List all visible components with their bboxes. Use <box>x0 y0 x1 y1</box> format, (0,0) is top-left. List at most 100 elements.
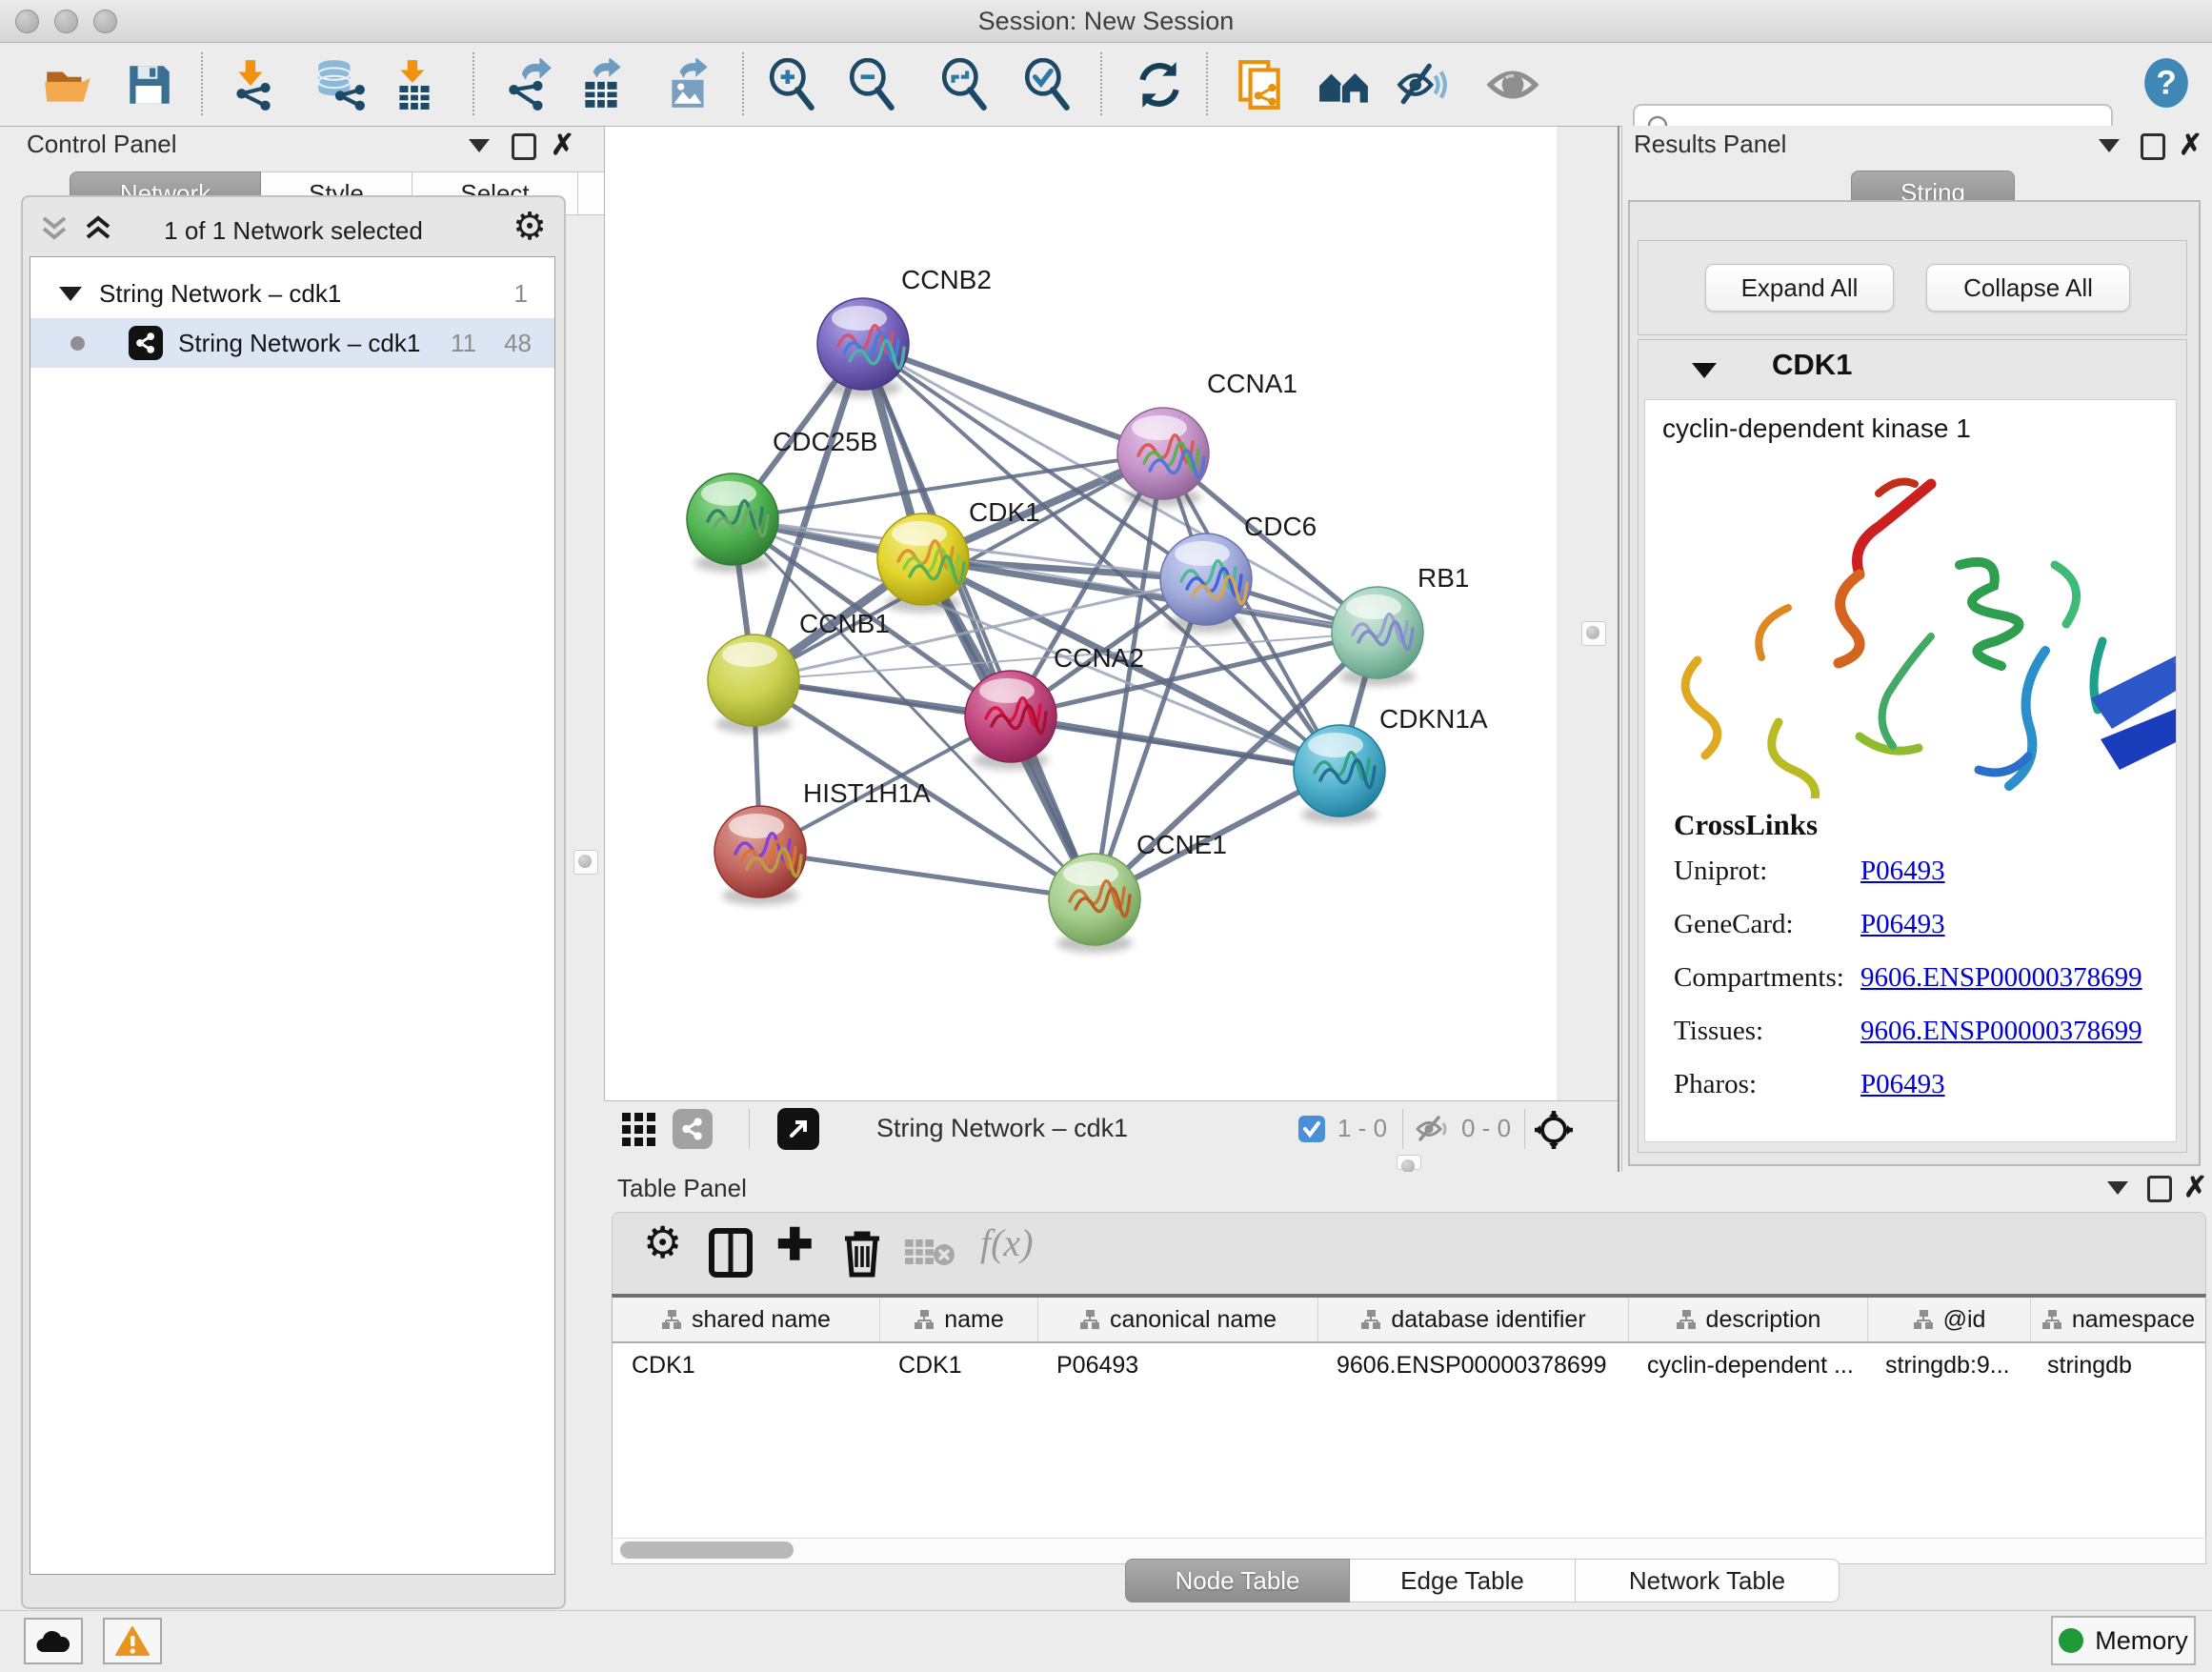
save-session-icon[interactable] <box>122 58 175 111</box>
close-panel-button[interactable]: ✗ <box>551 131 574 160</box>
network-canvas[interactable]: CCNB2CCNA1CDC25BCDK1CDC6RB1CCNB1CCNA2CDK… <box>604 126 1557 1101</box>
selected-node-edge-counts: 1 - 0 <box>1337 1114 1387 1143</box>
hide-selected-icon[interactable] <box>1396 58 1449 111</box>
protein-structure-image <box>1645 455 2176 798</box>
column-header-name[interactable]: name <box>880 1298 1038 1341</box>
maximize-panel-button[interactable] <box>2141 133 2165 160</box>
zoom-fit-icon[interactable] <box>938 58 992 111</box>
duplicate-network-icon[interactable] <box>1235 58 1288 111</box>
float-panel-button[interactable] <box>469 139 490 152</box>
network-node-CCNE1[interactable]: CCNE1 <box>1049 830 1227 953</box>
import-database-icon[interactable] <box>312 58 366 111</box>
birds-eye-view-icon[interactable] <box>777 1108 819 1150</box>
help-button[interactable]: ? <box>2140 56 2193 110</box>
first-neighbors-icon[interactable] <box>1317 58 1371 111</box>
tab-node-table[interactable]: Node Table <box>1125 1559 1350 1602</box>
delete-table-icon[interactable] <box>904 1236 955 1268</box>
tab-network-table[interactable]: Network Table <box>1576 1559 1840 1602</box>
collapse-all-button[interactable]: Collapse All <box>1926 264 2130 312</box>
cloud-status-button[interactable] <box>24 1618 83 1664</box>
cloud-icon <box>36 1629 70 1654</box>
section-collapse-caret[interactable] <box>1692 363 1717 378</box>
network-edge[interactable] <box>733 453 1163 519</box>
scrollbar-thumb[interactable] <box>620 1541 794 1559</box>
import-table-icon[interactable] <box>388 58 441 111</box>
crosslink-link[interactable]: P06493 <box>1860 909 1945 940</box>
export-table-icon[interactable] <box>575 58 629 111</box>
network-node-CDKN1A[interactable]: CDKN1A <box>1294 704 1488 824</box>
crosslink-link[interactable]: 9606.ENSP00000378699 <box>1860 1016 2142 1047</box>
grid-view-icon[interactable] <box>621 1112 657 1148</box>
zoom-out-icon[interactable] <box>846 58 899 111</box>
zoom-in-icon[interactable] <box>766 58 819 111</box>
expand-all-button[interactable]: Expand All <box>1705 264 1894 312</box>
bottom-splitter-handle[interactable] <box>1397 1155 1421 1170</box>
crosslink-label: GeneCard: <box>1674 909 1860 940</box>
zoom-selected-icon[interactable] <box>1021 58 1075 111</box>
node-label: CCNE1 <box>1136 830 1227 859</box>
network-node-CCNA1[interactable]: CCNA1 <box>1117 369 1297 507</box>
string-results-container: Expand All Collapse All CDK1 cyclin-depe… <box>1628 200 2201 1166</box>
column-label: description <box>1706 1306 1821 1334</box>
close-panel-button[interactable]: ✗ <box>2179 131 2202 160</box>
create-column-icon[interactable]: ✚ <box>776 1219 814 1270</box>
crosslink-link[interactable]: 9606.ENSP00000378699 <box>1860 962 2142 994</box>
gene-name: CDK1 <box>1772 348 1852 382</box>
selected-checkbox-icon[interactable] <box>1297 1115 1326 1143</box>
fit-selected-crosshair-icon[interactable] <box>1534 1110 1574 1150</box>
table-row[interactable]: CDK1 CDK1 P06493 9606.ENSP00000378699 cy… <box>613 1343 2205 1387</box>
network-view-icon[interactable] <box>673 1109 713 1149</box>
crosslink-link[interactable]: P06493 <box>1860 856 1945 887</box>
memory-label: Memory <box>2095 1626 2188 1656</box>
float-panel-button[interactable] <box>2099 139 2120 152</box>
network-node-CCNB2[interactable]: CCNB2 <box>817 265 992 397</box>
export-network-icon[interactable] <box>502 58 555 111</box>
maximize-panel-button[interactable] <box>2147 1176 2172 1202</box>
network-edge[interactable] <box>760 852 1095 899</box>
node-label: CCNB1 <box>799 609 890 638</box>
column-header-database-identifier[interactable]: database identifier <box>1318 1298 1629 1341</box>
node-label: HIST1H1A <box>803 778 931 808</box>
column-label: @id <box>1943 1306 1986 1334</box>
table-options-gear-icon[interactable]: ⚙ <box>643 1217 682 1268</box>
export-image-icon[interactable] <box>662 58 715 111</box>
cell-name: CDK1 <box>879 1343 1037 1387</box>
delete-column-trash-icon[interactable] <box>841 1227 883 1279</box>
maximize-panel-button[interactable] <box>512 133 536 160</box>
network-node-HIST1H1A[interactable]: HIST1H1A <box>714 778 931 905</box>
network-tree-item-row[interactable]: String Network – cdk1 11 48 <box>30 318 554 368</box>
network-options-gear-icon[interactable]: ⚙ <box>513 205 547 249</box>
toolbar-separator <box>1100 52 1102 115</box>
hidden-eye-slash-icon[interactable] <box>1416 1115 1450 1143</box>
crosslinks-section: CrossLinks Uniprot: P06493 GeneCard: P06… <box>1674 808 2142 1122</box>
tab-edge-table[interactable]: Edge Table <box>1350 1559 1576 1602</box>
function-builder-icon[interactable]: f(x) <box>980 1220 1034 1265</box>
network-tree-root-row[interactable]: String Network – cdk1 1 <box>30 269 554 318</box>
show-columns-icon[interactable] <box>708 1227 754 1279</box>
network-node-RB1[interactable]: RB1 <box>1332 563 1469 686</box>
memory-button[interactable]: Memory <box>2051 1616 2196 1665</box>
crosslink-row: GeneCard: P06493 <box>1674 909 2142 940</box>
left-splitter-handle[interactable] <box>573 850 598 875</box>
network-edge[interactable] <box>863 344 1163 453</box>
open-session-icon[interactable] <box>41 58 94 111</box>
close-panel-button[interactable]: ✗ <box>2183 1174 2207 1202</box>
crosslink-link[interactable]: P06493 <box>1860 1069 1945 1100</box>
column-header-id[interactable]: @id <box>1868 1298 2031 1341</box>
network-node-CDC6[interactable]: CDC6 <box>1160 512 1317 633</box>
tree-expand-caret[interactable] <box>59 287 82 301</box>
import-network-icon[interactable] <box>226 58 279 111</box>
column-header-description[interactable]: description <box>1629 1298 1868 1341</box>
float-panel-button[interactable] <box>2107 1181 2128 1195</box>
refresh-icon[interactable] <box>1133 58 1186 111</box>
column-type-icon <box>1079 1309 1100 1330</box>
show-graphics-icon[interactable] <box>1486 58 1539 111</box>
titlebar: Session: New Session <box>0 0 2212 43</box>
column-header-canonical-name[interactable]: canonical name <box>1038 1298 1318 1341</box>
column-header-namespace[interactable]: namespace <box>2031 1298 2205 1341</box>
column-header-shared-name[interactable]: shared name <box>613 1298 880 1341</box>
right-splitter-handle[interactable] <box>1581 621 1606 646</box>
current-network-name: String Network – cdk1 <box>876 1114 1128 1143</box>
hidden-node-edge-counts: 0 - 0 <box>1461 1114 1511 1143</box>
warnings-button[interactable] <box>103 1618 162 1664</box>
